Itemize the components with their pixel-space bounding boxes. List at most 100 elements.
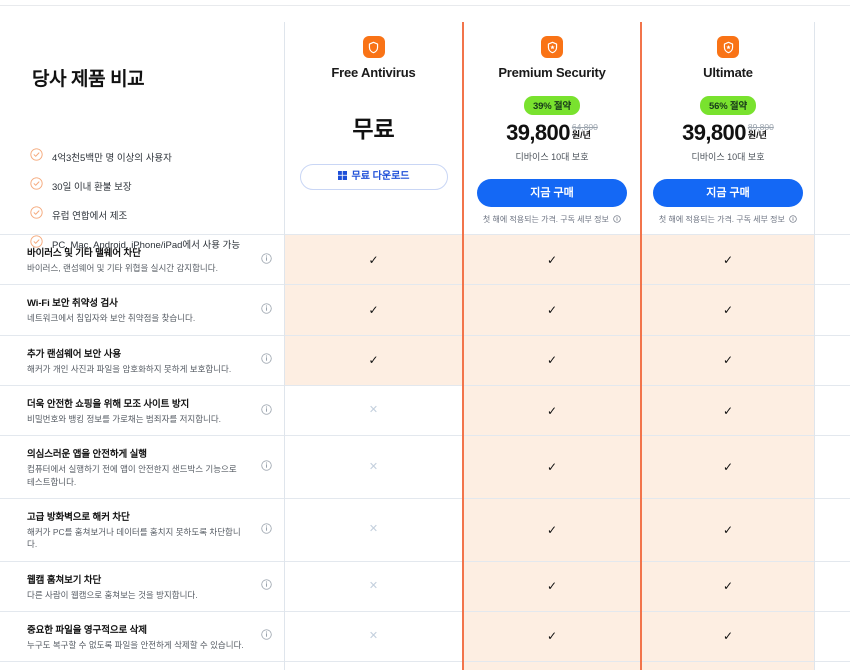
- check-icon: ✓: [368, 353, 379, 368]
- check-icon: ✓: [546, 403, 558, 418]
- plan-price: 39,800 89,800 원/년: [641, 121, 815, 144]
- buy-now-button[interactable]: 지금 구매: [653, 178, 803, 207]
- table-row: 웹캠 훔쳐보기 차단다른 사람이 웹캠으로 훔쳐보는 것을 방지합니다. ✕ ✓ ✓: [0, 560, 850, 611]
- info-icon[interactable]: [261, 402, 272, 420]
- feature-cell: ✓: [641, 235, 815, 285]
- device-coverage: 디바이스 10대 보호: [515, 151, 589, 162]
- plan-name: Ultimate: [703, 64, 753, 80]
- feature-description: 누구도 복구할 수 없도록 파일을 안전하게 삭제할 수 있습니다.: [27, 639, 244, 650]
- table-row: 더욱 안전한 쇼핑을 위해 모조 사이트 방지 비밀번호와 뱅킹 정보를 가로채는…: [0, 384, 850, 436]
- feature-description: 컴퓨터에서 실행하기 전에 앱이 안전한지 샌드박스 기능으로 테스트합니다.: [27, 464, 237, 487]
- feature-cell: ✓: [641, 662, 815, 670]
- feature-cell: ✓: [641, 611, 815, 662]
- column-divider-1: [284, 22, 285, 670]
- check-icon: ✓: [722, 353, 734, 368]
- cross-icon: ✕: [368, 579, 379, 592]
- benefit-label: 4억3천5백만 명 이상의 사용자: [52, 153, 172, 164]
- feature-description: 다른 사람이 웹캠으로 훔쳐보는 것을 방지합니다.: [27, 589, 198, 600]
- feature-label-cell: 의심스러운 앱을 안전하게 실행컴퓨터에서 실행하기 전에 앱이 안전한지 샌드…: [0, 436, 284, 498]
- feature-label-cell: 중요한 파일을 영구적으로 삭제누구도 복구할 수 없도록 파일을 안전하게 삭…: [0, 612, 284, 661]
- check-circle-icon: [30, 177, 43, 195]
- table-row: 추가 랜섬웨어 보안 사용 해커가 개인 사진과 파일을 암호화하지 못하게 보호…: [0, 334, 850, 385]
- subscription-fineprint: 첫 해에 적용되는 가격. 구독 세부 정보: [641, 214, 815, 225]
- feature-label-cell: 추가 랜섬웨어 보안 사용 해커가 개인 사진과 파일을 암호화하지 못하게 보호…: [0, 336, 284, 385]
- feature-cell: ✕: [284, 436, 463, 498]
- check-icon: ✓: [368, 252, 379, 267]
- check-icon: ✓: [546, 252, 558, 267]
- product-comparison-page: 당사 제품 비교 4억3천5백만 명 이상의 사용자 30일 이내 환불 보장 유럽…: [0, 0, 850, 670]
- benefit-item: 4억3천5백만 명 이상의 사용자: [30, 148, 240, 166]
- info-icon[interactable]: [261, 301, 272, 319]
- shield-icon: [362, 36, 385, 58]
- feature-title: 웹캠 훔쳐보기 차단: [27, 574, 102, 586]
- shield-star-icon: [717, 36, 739, 58]
- feature-cell: ✓: [463, 436, 641, 498]
- feature-label-cell: 바이러스 및 기타 맬웨어 차단 바이러스, 랜섬웨어 및 기타 위협을 실시간 …: [0, 235, 284, 284]
- fineprint-text: 첫 해에 적용되는 가격. 구독 세부 정보: [482, 214, 609, 224]
- feature-title: 중요한 파일을 영구적으로 삭제: [27, 624, 147, 636]
- feature-cell: ✕: [284, 611, 463, 662]
- check-icon: ✓: [546, 522, 558, 537]
- price-unit: 원/년: [571, 130, 591, 141]
- discount-badge: 39% 절약: [524, 95, 580, 115]
- feature-cell: ✓: [463, 498, 641, 561]
- info-icon[interactable]: [261, 251, 272, 269]
- table-row: 중요한 파일을 영구적으로 삭제누구도 복구할 수 없도록 파일을 안전하게 삭…: [0, 610, 850, 662]
- check-icon: ✓: [368, 302, 379, 317]
- feature-cell: ✓: [284, 235, 463, 285]
- left-intro-panel: 당사 제품 비교 4억3천5백만 명 이상의 사용자 30일 이내 환불 보장 유럽…: [0, 22, 284, 251]
- feature-cell: ✓: [463, 385, 641, 436]
- info-icon[interactable]: [613, 214, 621, 225]
- feature-title: 바이러스 및 기타 맬웨어 차단: [27, 248, 141, 259]
- info-icon[interactable]: [261, 458, 272, 476]
- device-coverage: 디바이스 10대 보호: [691, 151, 765, 162]
- feature-cell: ✓: [641, 385, 815, 436]
- info-icon[interactable]: [261, 521, 272, 539]
- feature-cell: ✓: [463, 285, 641, 335]
- feature-description: 비밀번호와 뱅킹 정보를 가로채는 범죄자를 저지합니다.: [27, 413, 222, 424]
- check-icon: ✓: [722, 579, 734, 594]
- table-row: Wi-Fi 보안 취약성 검사 네트워크에서 침입자와 보안 취약점을 찾습니다.…: [0, 284, 850, 335]
- check-icon: ✓: [722, 403, 734, 418]
- check-circle-icon: [30, 206, 43, 224]
- feature-cell: ✓: [463, 235, 641, 285]
- check-icon: ✓: [722, 522, 734, 537]
- price-amount: 39,800: [506, 119, 570, 145]
- highlight-border-left: [462, 22, 464, 670]
- feature-label-cell: Wi-Fi 보안 취약성 검사 네트워크에서 침입자와 보안 취약점을 찾습니다.: [0, 285, 284, 334]
- fineprint-text: 첫 해에 적용되는 가격. 구독 세부 정보: [658, 214, 785, 224]
- feature-title: 의심스러운 앱을 안전하게 실행: [27, 449, 147, 461]
- buy-now-button[interactable]: 지금 구매: [477, 178, 627, 207]
- cross-icon: ✕: [368, 404, 379, 417]
- plan-card-ultimate[interactable]: Ultimate 56% 절약 39,800 89,800 원/년 디바이스 1…: [641, 22, 815, 234]
- info-icon[interactable]: [261, 577, 272, 595]
- info-icon[interactable]: [261, 627, 272, 645]
- feature-description: 해커가 PC를 훔쳐보거나 데이터를 훔치지 못하도록 차단합니다.: [27, 526, 241, 550]
- check-icon: ✓: [722, 252, 734, 267]
- plan-card-free-antivirus[interactable]: Free Antivirus 무료 무료 다운로드: [284, 22, 463, 234]
- feature-label-cell: 앱 자동 업데이트다른 앱을 최신으로 유지하여 보안 위험을 줄여줍니다.: [0, 662, 284, 670]
- cross-icon: ✕: [368, 523, 379, 536]
- benefit-item: 30일 이내 환불 보장: [30, 177, 240, 195]
- check-circle-icon: [30, 148, 43, 166]
- feature-cell: ✓: [284, 285, 463, 335]
- table-row: 앱 자동 업데이트다른 앱을 최신으로 유지하여 보안 위험을 줄여줍니다.✕ ✓…: [0, 661, 850, 670]
- plan-price: 39,800 64,800 원/년: [463, 119, 641, 145]
- feature-cell: ✓: [463, 561, 641, 611]
- feature-cell: ✕: [284, 662, 463, 670]
- feature-cell: ✓: [641, 498, 815, 561]
- table-row: 의심스러운 앱을 안전하게 실행컴퓨터에서 실행하기 전에 앱이 안전한지 샌드…: [0, 435, 850, 498]
- feature-cell: ✕: [284, 498, 463, 561]
- table-row: 바이러스 및 기타 맬웨어 차단 바이러스, 랜섬웨어 및 기타 위협을 실시간 …: [0, 234, 850, 285]
- page-title: 당사 제품 비교: [32, 69, 145, 90]
- check-icon: ✓: [546, 579, 558, 594]
- plan-card-premium-security[interactable]: Premium Security 39% 절약 39,800 64,800 원/…: [463, 22, 641, 249]
- info-icon[interactable]: [261, 351, 272, 369]
- check-icon: ✓: [546, 629, 558, 644]
- feature-comparison-table: 바이러스 및 기타 맬웨어 차단 바이러스, 랜섬웨어 및 기타 위협을 실시간 …: [0, 234, 850, 670]
- free-download-button[interactable]: 무료 다운로드: [299, 163, 448, 190]
- feature-description: 네트워크에서 침입자와 보안 취약점을 찾습니다.: [27, 313, 196, 324]
- feature-label-cell: 더욱 안전한 쇼핑을 위해 모조 사이트 방지 비밀번호와 뱅킹 정보를 가로채는…: [0, 386, 284, 435]
- discount-badge: 56% 절약: [700, 95, 756, 115]
- info-icon[interactable]: [789, 214, 797, 225]
